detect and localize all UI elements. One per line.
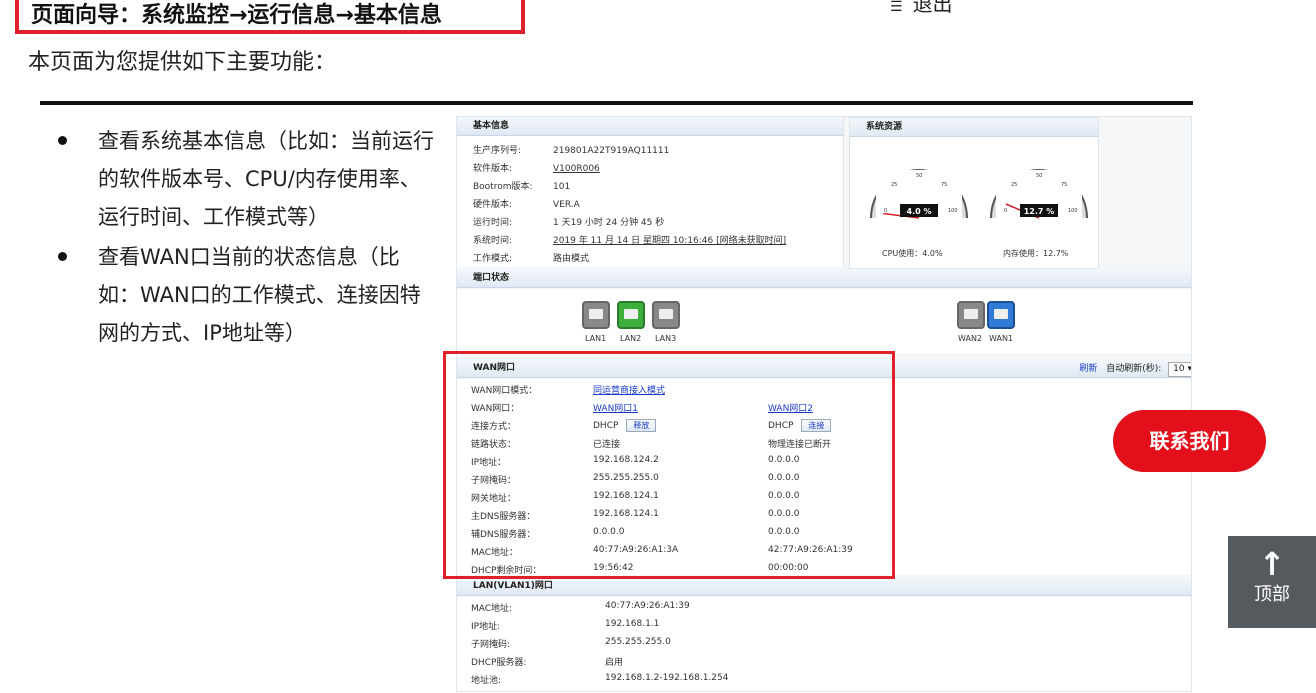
svg-text:100: 100: [1068, 208, 1078, 214]
port-status-title: 端口状态: [457, 269, 1191, 288]
kv-row: 硬件版本: VER.A: [473, 200, 580, 210]
arrow-up-icon: ↑: [1258, 545, 1286, 583]
back-to-top-label: 顶部: [1254, 584, 1290, 605]
system-time-link[interactable]: 2019 年 11 月 14 日 星期四 10:16:46 [网络未获取时间]: [553, 236, 786, 246]
basic-info-panel: 基本信息 生产序列号: 219801A22T919AQ11111 软件版本: V10…: [457, 117, 844, 267]
kv-row: 系统时间: 2019 年 11 月 14 日 星期四 10:16:46 [网络未获…: [473, 236, 787, 246]
cpu-value: 4.0 %: [907, 207, 932, 216]
lan2-port-icon[interactable]: [617, 301, 645, 329]
kv-row: 运行时间: 1 天19 小时 24 分钟 45 秒: [473, 218, 665, 228]
cpu-usage-label: CPU使用：4.0%: [882, 249, 943, 258]
memory-gauge: 0 25 50 75 100 12.7 %: [990, 169, 1088, 219]
panel-title: 系统资源: [850, 118, 1098, 137]
auto-refresh-label: 自动刷新(秒):: [1106, 364, 1162, 374]
panel-title: 基本信息: [457, 117, 843, 136]
memory-usage-label: 内存使用：12.7%: [1003, 249, 1069, 258]
wan-highlight-box: [443, 351, 895, 579]
svg-text:75: 75: [941, 182, 947, 188]
svg-text:25: 25: [891, 182, 897, 188]
kv-row: 工作模式: 路由模式: [473, 254, 590, 264]
refresh-controls: 刷新 自动刷新(秒): 10 ▾: [1079, 360, 1191, 378]
kv-row: Bootrom版本: 101: [473, 182, 571, 192]
page-guide-title: 页面向导：系统监控→运行信息→基本信息: [15, 0, 525, 34]
svg-text:0: 0: [1004, 208, 1007, 214]
system-resource-panel: 系统资源 0 25 50 75 100 4.0 % CPU使用：4.0% 0 2…: [849, 117, 1099, 269]
logout-label: 退出: [912, 0, 953, 16]
port-label: WAN1: [989, 334, 1014, 343]
cpu-gauge: 0 25 50 75 100 4.0 %: [870, 169, 968, 219]
svg-text:75: 75: [1061, 182, 1067, 188]
contact-us-button[interactable]: 联系我们: [1113, 410, 1266, 472]
intro-text: 本页面为您提供如下主要功能：: [28, 50, 337, 75]
back-to-top-button[interactable]: ↑ 顶部: [1228, 536, 1316, 628]
software-version-link[interactable]: V100R006: [553, 164, 600, 174]
lan-panel-title: LAN(VLAN1)网口: [457, 577, 1191, 596]
bullet-text: 查看WAN口当前的状态信息（比如：WAN口的工作模式、连接因特网的方式、IP地址…: [98, 245, 421, 345]
svg-text:50: 50: [1036, 173, 1042, 179]
kv-row: 生产序列号: 219801A22T919AQ11111: [473, 146, 670, 156]
divider: [40, 101, 1193, 105]
list-item: 查看系统基本信息（比如：当前运行的软件版本号、CPU/内存使用率、运行时间、工作…: [58, 122, 438, 236]
lan3-port-icon[interactable]: [652, 301, 680, 329]
port-label: LAN2: [620, 334, 642, 343]
list-item: 查看WAN口当前的状态信息（比如：WAN口的工作模式、连接因特网的方式、IP地址…: [58, 238, 438, 352]
wan2-port-icon[interactable]: [957, 301, 985, 329]
logout-link[interactable]: ☰ 退出: [890, 0, 953, 17]
svg-text:25: 25: [1011, 182, 1017, 188]
port-label: LAN1: [585, 334, 607, 343]
auto-refresh-select[interactable]: 10 ▾: [1168, 362, 1191, 377]
lan1-port-icon[interactable]: [582, 301, 610, 329]
bullet-text: 查看系统基本信息（比如：当前运行的软件版本号、CPU/内存使用率、运行时间、工作…: [98, 129, 434, 229]
wan1-port-icon[interactable]: [987, 301, 1015, 329]
kv-row: 软件版本: V100R006: [473, 164, 600, 174]
menu-icon: ☰: [890, 0, 903, 15]
port-status-panel: LAN1 LAN2 LAN3 WAN2 WAN1: [457, 289, 1191, 353]
bullet-icon: [58, 136, 67, 145]
memory-value: 12.7 %: [1024, 207, 1055, 216]
bullet-icon: [58, 252, 67, 261]
svg-text:50: 50: [916, 173, 922, 179]
refresh-link[interactable]: 刷新: [1079, 364, 1097, 374]
feature-list: 查看系统基本信息（比如：当前运行的软件版本号、CPU/内存使用率、运行时间、工作…: [58, 122, 438, 354]
lan-panel: MAC地址: 40:77:A9:26:A1:39 IP地址: 192.168.1.1…: [457, 597, 1191, 691]
port-label: LAN3: [655, 334, 677, 343]
port-label: WAN2: [958, 334, 983, 343]
svg-text:100: 100: [948, 208, 958, 214]
